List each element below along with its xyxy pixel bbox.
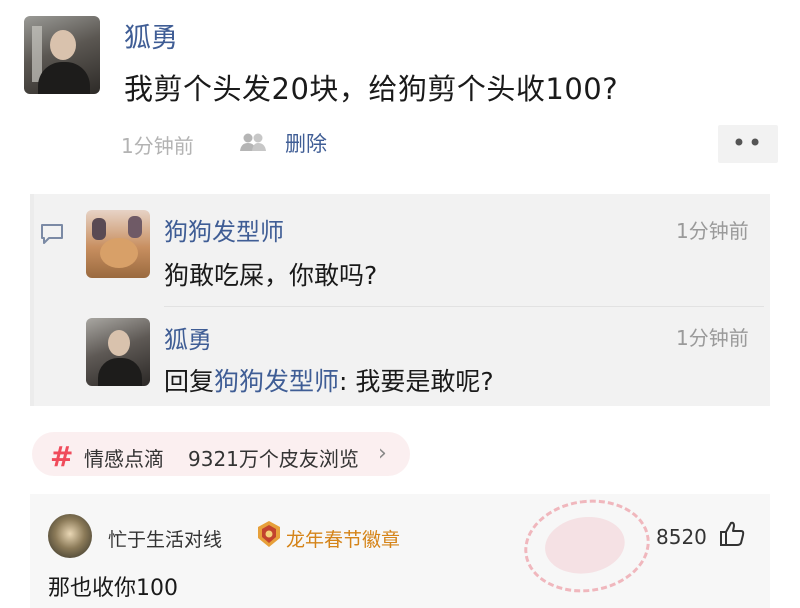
- reply-author-name[interactable]: 狗狗发型师: [164, 212, 284, 247]
- like-count: 8520: [656, 525, 707, 549]
- comment-author-name[interactable]: 忙于生活对线: [108, 525, 222, 552]
- post-time: 1分钟前: [121, 134, 194, 158]
- comment-author-avatar[interactable]: [48, 514, 92, 558]
- reply-time: 1分钟前: [676, 326, 749, 350]
- more-options-button[interactable]: ••: [718, 125, 778, 163]
- reply-time: 1分钟前: [676, 219, 749, 243]
- reply-text: 狗敢吃屎，你敢吗?: [164, 261, 378, 290]
- badge-icon: [258, 521, 280, 547]
- post-author-avatar[interactable]: [24, 16, 100, 94]
- reply-avatar-dog-stylist[interactable]: [86, 210, 150, 278]
- reply-divider: [164, 306, 764, 307]
- replies-strip: [30, 194, 34, 406]
- chevron-right-icon[interactable]: ›: [378, 441, 387, 466]
- reply-author-name[interactable]: 狐勇: [164, 320, 212, 355]
- people-icon: [240, 133, 266, 151]
- reply-prefix: 回复: [164, 367, 215, 396]
- post-text: 我剪个头发20块，给狗剪个头收100?: [124, 72, 619, 106]
- hash-icon: #: [50, 440, 74, 473]
- comment-icon[interactable]: [40, 223, 64, 245]
- topic-name[interactable]: 情感点滴: [84, 443, 164, 472]
- comment-text: 那也收你100: [48, 576, 178, 601]
- badge-label: 龙年春节徽章: [286, 529, 401, 551]
- reply-avatar-huyong[interactable]: [86, 318, 150, 386]
- thumb-up-icon[interactable]: [718, 520, 746, 548]
- reply-to-link[interactable]: 狗狗发型师: [214, 367, 339, 396]
- reply-text-line: 回复狗狗发型师: 我要是敢呢?: [164, 362, 494, 398]
- delete-link[interactable]: 删除: [285, 128, 327, 158]
- reply-text: : 我要是敢呢?: [339, 367, 494, 396]
- topic-views: 9321万个皮友浏览: [188, 447, 359, 471]
- post-author-name[interactable]: 狐勇: [124, 16, 178, 55]
